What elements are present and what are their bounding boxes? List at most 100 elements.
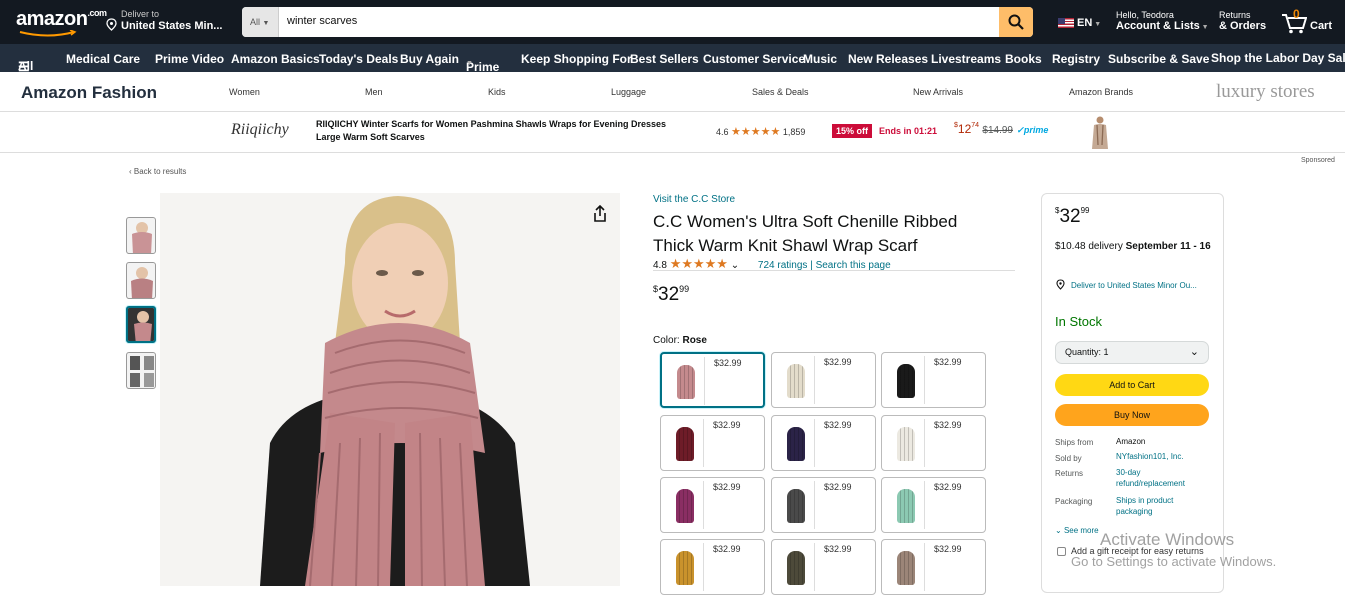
main-product-image[interactable]: [160, 193, 620, 586]
color-swatch-2[interactable]: $32.99: [771, 352, 876, 408]
nav-item-todays-deals[interactable]: Today's Deals: [319, 52, 398, 66]
nav-item-best-sellers[interactable]: Best Sellers: [630, 52, 699, 66]
fashion-cat-sales-deals[interactable]: Sales & Deals: [752, 87, 809, 97]
product-title: C.C Women's Ultra Soft Chenille Ribbed T…: [653, 210, 957, 258]
quantity-label: Quantity: 1: [1065, 347, 1109, 357]
swatch-image: [664, 481, 704, 529]
share-icon[interactable]: [592, 205, 608, 223]
seller-link[interactable]: NYfashion101, Inc.: [1116, 452, 1184, 461]
color-swatch-10[interactable]: $32.99: [660, 539, 765, 595]
language-selector[interactable]: EN ▼: [1058, 17, 1101, 29]
nav-item-new-releases[interactable]: New Releases: [848, 52, 928, 66]
returns-policy-link[interactable]: 30-day refund/replacement: [1116, 467, 1206, 489]
quantity-select[interactable]: Quantity: 1 ⌄: [1055, 341, 1209, 364]
search-category-label: All: [250, 17, 261, 27]
thumbnail-4[interactable]: [126, 352, 156, 389]
swatch-price: $32.99: [713, 544, 741, 554]
model-scarf-image: [260, 196, 530, 586]
search-input[interactable]: winter scarves: [287, 15, 357, 27]
orders-label: & Orders: [1219, 20, 1267, 32]
color-label: Color:: [653, 335, 680, 346]
nav-item-registry[interactable]: Registry: [1052, 52, 1100, 66]
swatch-price: $32.99: [824, 482, 852, 492]
swatch-image: [885, 481, 925, 529]
thumbnail-3[interactable]: [126, 306, 156, 343]
scarf-icon: [676, 551, 694, 585]
sponsored-banner[interactable]: Riiqiichy RIIQIICHY Winter Scarfs for Wo…: [0, 112, 1345, 164]
swatch-price: $32.99: [713, 420, 741, 430]
cart-label: Cart: [1310, 20, 1333, 32]
nav-item-customer-service[interactable]: Customer Service: [703, 52, 805, 66]
activate-windows-subtitle: Go to Settings to activate Windows.: [1071, 554, 1277, 569]
nav-item-buy-again[interactable]: Buy Again: [400, 52, 459, 66]
thumbnail-image: [130, 356, 154, 387]
location-pin-icon: [106, 18, 117, 31]
color-swatch-5[interactable]: $32.99: [771, 415, 876, 471]
star-rating-icon[interactable]: ★★★★★: [670, 256, 728, 271]
search-category-select[interactable]: All ▼: [242, 7, 279, 37]
color-swatch-7[interactable]: $32.99: [660, 477, 765, 533]
nav-item-subscribe-save[interactable]: Subscribe & Save: [1108, 52, 1209, 66]
swatch-image: [775, 481, 815, 529]
swatch-price: $32.99: [713, 482, 741, 492]
fashion-cat-luggage[interactable]: Luggage: [611, 87, 646, 97]
color-swatch-1[interactable]: $32.99: [660, 352, 765, 408]
fashion-cat-new-arrivals[interactable]: New Arrivals: [913, 87, 963, 97]
us-flag-icon: [1058, 18, 1074, 28]
thumbnail-1[interactable]: [126, 217, 156, 254]
promo-price-dollars: 12: [957, 122, 972, 136]
amazon-logo[interactable]: amazon.com: [16, 8, 107, 37]
deliver-to-link[interactable]: Deliver to United States Minor Ou...: [1071, 279, 1206, 292]
price-dollars: 32: [658, 284, 680, 305]
swatch-image: [775, 419, 815, 467]
see-more-toggle[interactable]: ⌄ See more: [1055, 526, 1099, 535]
fashion-cat-men[interactable]: Men: [365, 87, 383, 97]
thumbnail-image: [131, 267, 153, 298]
add-to-cart-button[interactable]: Add to Cart: [1055, 374, 1209, 396]
sponsored-label: Sponsored: [1301, 157, 1335, 164]
nav-item-medical-care[interactable]: Medical Care: [66, 52, 140, 66]
color-swatch-12[interactable]: $32.99: [881, 539, 986, 595]
fashion-cat-kids[interactable]: Kids: [488, 87, 506, 97]
color-value: Rose: [682, 335, 707, 346]
gift-receipt-checkbox[interactable]: [1057, 547, 1066, 556]
fashion-title[interactable]: Amazon Fashion: [21, 83, 157, 103]
color-swatch-3[interactable]: $32.99: [881, 352, 986, 408]
back-to-results-link[interactable]: ‹ Back to results: [129, 167, 186, 176]
color-swatch-11[interactable]: $32.99: [771, 539, 876, 595]
deal-timer: Ends in 01:21: [879, 126, 938, 136]
nav-item-livestreams[interactable]: Livestreams: [931, 52, 1001, 66]
swatch-image: [664, 543, 704, 591]
color-swatch-4[interactable]: $32.99: [660, 415, 765, 471]
nav-item-prime-video[interactable]: Prime Video: [155, 52, 224, 66]
caret-down-icon: ▼: [466, 60, 473, 67]
nav-item-amazon-basics[interactable]: Amazon Basics: [231, 52, 320, 66]
fashion-cat-women[interactable]: Women: [229, 87, 260, 97]
nav-item-books[interactable]: Books: [1005, 52, 1042, 66]
account-lists[interactable]: Hello, Teodora Account & Lists ▼: [1116, 10, 1209, 32]
search-icon: [1008, 14, 1024, 30]
promo-title-line1: RIIQIICHY Winter Scarfs for Women Pashmi…: [316, 119, 667, 129]
swatch-image: [885, 543, 925, 591]
delivery-cost: $10.48 delivery: [1055, 241, 1123, 252]
color-swatch-9[interactable]: $32.99: [881, 477, 986, 533]
color-swatch-6[interactable]: $32.99: [881, 415, 986, 471]
returns-orders[interactable]: Returns & Orders: [1219, 10, 1266, 32]
color-swatch-8[interactable]: $32.99: [771, 477, 876, 533]
packaging-link[interactable]: Ships in product packaging: [1116, 495, 1206, 517]
labor-day-sale-link[interactable]: Shop the Labor Day Sale: [1211, 51, 1345, 65]
product-title-line2: Thick Warm Knit Shawl Wrap Scarf: [653, 236, 918, 255]
nav-item-music[interactable]: Music: [803, 52, 837, 66]
account-greeting: Hello, Teodora: [1116, 10, 1174, 20]
search-button[interactable]: [999, 7, 1033, 37]
buy-now-button[interactable]: Buy Now: [1055, 404, 1209, 426]
ships-from-value: Amazon: [1116, 437, 1146, 446]
visit-store-link[interactable]: Visit the C.C Store: [653, 194, 735, 205]
thumbnail-2[interactable]: [126, 262, 156, 299]
nav-item-keep-shopping-for[interactable]: Keep Shopping For: [521, 52, 632, 66]
see-more-label: See more: [1063, 526, 1099, 535]
scarf-icon: [677, 365, 695, 399]
discount-badge: 15% off: [832, 124, 873, 138]
fashion-cat-amazon-brands[interactable]: Amazon Brands: [1069, 87, 1133, 97]
luxury-stores-link[interactable]: luxury stores: [1216, 81, 1315, 103]
